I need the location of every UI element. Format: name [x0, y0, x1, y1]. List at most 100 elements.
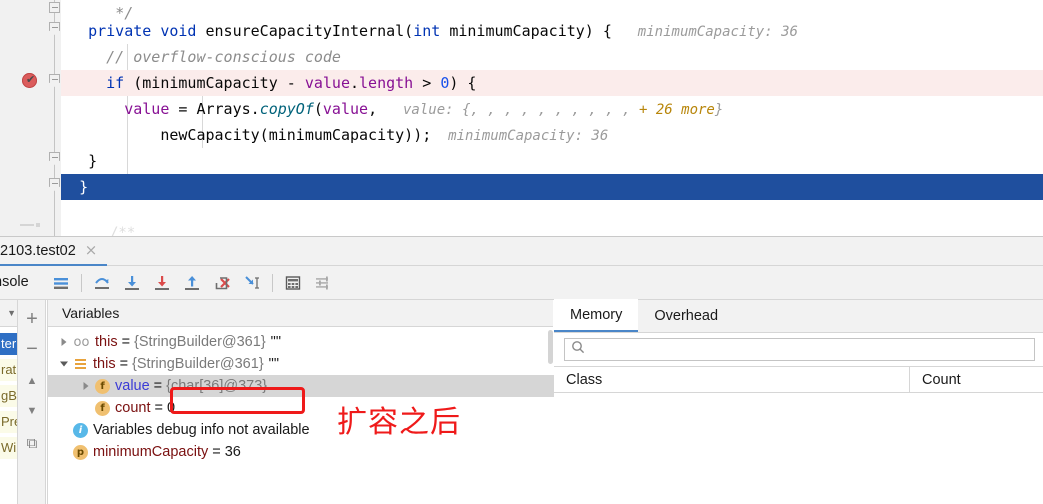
frame-list-item[interactable]: gB	[0, 385, 17, 407]
step-into-icon[interactable]	[117, 268, 147, 298]
variable-row[interactable]: f count = 0	[48, 397, 554, 419]
code-token: newCapacity(minimumCapacity));	[160, 126, 432, 144]
memory-search-box[interactable]	[564, 338, 1035, 361]
breakpoint-icon[interactable]: ✔	[22, 73, 37, 88]
variable-value: 0	[166, 400, 176, 416]
variable-value: 36	[224, 444, 241, 460]
frame-list-item[interactable]: Pre	[0, 411, 17, 433]
drop-frame-icon[interactable]	[207, 268, 237, 298]
variable-row[interactable]: this = {StringBuilder@361} ""	[48, 353, 554, 375]
variable-name: value	[115, 378, 150, 394]
toolbar-separator	[81, 274, 82, 292]
code-token: .	[350, 74, 360, 92]
copy-value-button[interactable]: ⧉	[18, 430, 46, 456]
expander-placeholder	[58, 424, 70, 436]
code-surface[interactable]: */ private void ensureCapacityInternal(i…	[61, 0, 1043, 236]
variable-row[interactable]: f value = {char[36]@373}	[48, 375, 554, 397]
code-token: = Arrays.	[169, 100, 260, 118]
memory-column-count-label: Count	[922, 371, 961, 388]
memory-table-body[interactable]	[554, 393, 1043, 504]
code-line[interactable]: if (minimumCapacity - value.length > 0) …	[61, 70, 1043, 96]
memory-search-input[interactable]	[591, 341, 1008, 358]
console-tab-label[interactable]: nsole	[0, 274, 29, 290]
memory-column-class[interactable]: Class	[554, 366, 909, 393]
code-token: length	[359, 74, 414, 92]
tab-memory[interactable]: Memory	[554, 299, 639, 332]
variable-row[interactable]: oo this = {StringBuilder@361} ""	[48, 331, 554, 353]
chevron-down-icon[interactable]	[58, 358, 70, 370]
step-over-icon[interactable]	[87, 268, 117, 298]
frame-list-item[interactable]: ter	[0, 333, 17, 355]
code-line[interactable]: private void ensureCapacityInternal(int …	[61, 18, 1043, 44]
code-line[interactable]: // overflow-conscious code	[61, 44, 1043, 70]
variables-pane-header: Variables	[47, 300, 553, 327]
tab-overhead[interactable]: Overhead	[638, 299, 734, 332]
fold-marker[interactable]	[48, 152, 61, 165]
variables-pane[interactable]: Variables oo this = {StringBuilder@361} "" th…	[47, 300, 554, 504]
move-up-button[interactable]: ▲	[18, 368, 46, 394]
code-line[interactable]: }	[61, 148, 1043, 174]
variable-name: Variables debug info not available	[93, 422, 310, 438]
variable-value-suffix: ""	[270, 334, 281, 350]
memory-pane[interactable]: Memory Overhead Class Count	[554, 299, 1043, 504]
code-token: ,	[368, 100, 387, 118]
code-editor[interactable]: ✔ */ private void ensureCapacityInternal…	[0, 0, 1043, 236]
fold-marker[interactable]	[48, 2, 61, 15]
fold-marker[interactable]	[48, 178, 61, 191]
code-token: }	[79, 178, 89, 196]
move-down-button[interactable]: ▼	[18, 398, 46, 424]
fold-marker[interactable]	[48, 74, 61, 87]
inline-debug-hint: minimumCapacity: 36	[431, 128, 609, 144]
show-execution-point-icon[interactable]	[46, 268, 76, 298]
chevron-right-icon[interactable]	[58, 336, 70, 348]
settings-icon[interactable]	[308, 268, 338, 298]
memory-table-header: Class Count	[554, 366, 1043, 393]
variables-tree[interactable]: oo this = {StringBuilder@361} "" this = {String…	[47, 327, 554, 504]
close-icon[interactable]: ×	[85, 243, 98, 258]
parameter-icon: p	[73, 444, 88, 460]
code-token: minimumCapacity) {	[440, 22, 621, 40]
info-icon: i	[73, 422, 88, 438]
code-token: value	[322, 100, 369, 118]
code-line[interactable]: value = Arrays.copyOf(value, value: {, ,…	[61, 96, 1043, 122]
fold-marker[interactable]	[48, 22, 61, 35]
editor-gutter[interactable]	[0, 0, 48, 236]
frames-pane[interactable]: ▼ ter rat gB Pre Wi	[0, 300, 18, 504]
code-token: 0	[440, 74, 450, 92]
code-token: value	[304, 74, 350, 92]
remove-watch-button[interactable]: −	[18, 336, 46, 362]
variable-equals: =	[154, 400, 163, 416]
search-icon	[571, 340, 585, 359]
code-token: ensureCapacityInternal(	[196, 22, 414, 40]
memory-column-count[interactable]: Count	[909, 366, 1043, 393]
variable-row[interactable]: i Variables debug info not available	[48, 419, 554, 441]
variable-name: this	[95, 334, 118, 350]
run-tab-test02[interactable]: 2103.test02 ×	[0, 237, 108, 266]
code-token: (	[313, 100, 323, 118]
annotation-text: 扩容之后	[337, 405, 461, 440]
frame-list-item[interactable]: Wi	[0, 437, 17, 459]
run-to-cursor-icon[interactable]	[237, 268, 267, 298]
fold-guide-line	[54, 0, 55, 236]
variables-scrollbar[interactable]	[548, 330, 553, 364]
add-watch-button[interactable]: +	[18, 306, 46, 332]
code-token: ) {	[449, 74, 477, 92]
code-line[interactable]: newCapacity(minimumCapacity)); minimumCa…	[61, 122, 1043, 148]
tab-overhead-label: Overhead	[654, 307, 719, 324]
debugger-toolbar: nsole	[0, 266, 1043, 300]
field-icon: f	[95, 378, 110, 394]
variable-value: {char[36]@373}	[166, 378, 268, 394]
frames-pane-header[interactable]: ▼	[0, 300, 17, 327]
step-out-icon[interactable]	[177, 268, 207, 298]
chevron-right-icon[interactable]	[80, 380, 92, 392]
expander-placeholder	[80, 402, 92, 414]
frame-list-item[interactable]: rat	[0, 359, 17, 381]
chevron-down-icon[interactable]: ▼	[7, 308, 16, 318]
evaluate-expression-icon[interactable]	[278, 268, 308, 298]
memory-column-class-label: Class	[566, 371, 603, 388]
code-line[interactable]: }	[61, 174, 1043, 200]
inline-debug-hint-count: + 26 more	[639, 102, 715, 118]
force-step-into-icon[interactable]	[147, 268, 177, 298]
variable-row[interactable]: p minimumCapacity = 36	[48, 441, 554, 463]
